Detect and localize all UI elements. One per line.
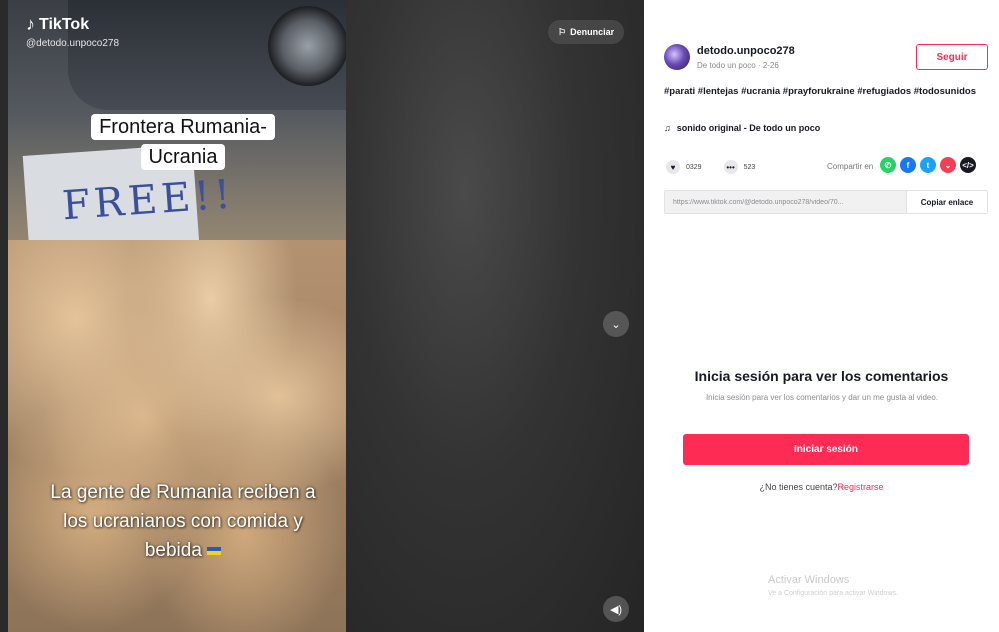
- ukraine-flag-icon: [207, 546, 222, 555]
- sound-title: sonido original - De todo un poco: [676, 123, 821, 133]
- report-button[interactable]: ⚐ Denunciar: [548, 20, 625, 44]
- video-caption-text: La gente de Rumania reciben a los ucrani…: [50, 482, 316, 561]
- video-caption: La gente de Rumania reciben a los ucrani…: [38, 478, 328, 565]
- video-link-text[interactable]: https://www.tiktok.com/@detodo.unpoco278…: [665, 199, 906, 206]
- login-button[interactable]: Iniciar sesión: [683, 434, 969, 465]
- no-account-text: ¿No tienes cuenta?: [759, 482, 838, 492]
- twitter-icon[interactable]: t: [920, 157, 936, 173]
- windows-activation-title: Activar Windows: [768, 574, 850, 586]
- tiktok-logo: ♪ TikTok: [26, 14, 89, 35]
- embed-icon[interactable]: </>: [960, 157, 976, 173]
- flag-icon: ⚐: [558, 26, 567, 37]
- car-image: [68, 0, 346, 110]
- follow-button[interactable]: Seguir: [916, 44, 988, 70]
- facebook-icon[interactable]: f: [900, 157, 916, 173]
- volume-icon: ◀): [609, 603, 623, 616]
- heart-icon: ♥: [670, 162, 676, 172]
- username[interactable]: detodo.unpoco278: [697, 45, 795, 57]
- avatar[interactable]: [664, 44, 690, 70]
- next-video-button[interactable]: ⌄: [603, 311, 629, 337]
- like-button[interactable]: ♥: [666, 160, 680, 174]
- report-label: Denunciar: [570, 27, 615, 37]
- video-link-box: https://www.tiktok.com/@detodo.unpoco278…: [664, 190, 988, 214]
- tiktok-note-icon: ♪: [26, 14, 35, 34]
- comment-icon: •••: [726, 162, 735, 172]
- video-overlay-title: Frontera Rumania-Ucrania: [68, 112, 298, 172]
- share-icons: ✆ f t ⌄ </>: [880, 157, 976, 173]
- login-prompt-subtitle: Inicia sesión para ver los comentarios y…: [705, 393, 939, 402]
- comment-button[interactable]: •••: [723, 160, 738, 174]
- details-panel: detodo.unpoco278 De todo un poco · 2-26 …: [644, 0, 999, 632]
- video-watermark-handle: @detodo.unpoco278: [26, 38, 120, 49]
- copy-link-button[interactable]: Copiar enlace: [906, 191, 987, 213]
- video-player[interactable]: FREE!! Frontera Rumania-Ucrania La gente…: [0, 0, 644, 632]
- video-blurred-background: [346, 0, 644, 632]
- engagement-stats: ♥ 0329 ••• 523: [666, 160, 755, 174]
- register-line: ¿No tienes cuenta?Registrarse: [644, 482, 999, 492]
- volume-button[interactable]: ◀): [603, 596, 629, 622]
- food-bags-image: [8, 240, 346, 632]
- user-subtitle: De todo un poco · 2-26: [697, 61, 779, 70]
- free-sign-text: FREE!!: [60, 171, 236, 230]
- windows-activation-subtitle: Ve a Configuración para activar Windows.: [768, 590, 898, 597]
- video-overlay-title-text: Frontera Rumania-Ucrania: [91, 114, 275, 170]
- register-link[interactable]: Registrarse: [838, 482, 884, 492]
- share-label: Compartir en: [827, 162, 874, 171]
- like-count: 0329: [686, 163, 702, 171]
- video-description[interactable]: #parati #lentejas #ucrania #prayforukrai…: [664, 85, 984, 99]
- comment-count: 523: [743, 163, 756, 171]
- tiktok-brand-text: TikTok: [39, 15, 90, 33]
- video-frame[interactable]: FREE!! Frontera Rumania-Ucrania La gente…: [8, 0, 346, 632]
- whatsapp-icon[interactable]: ✆: [880, 157, 896, 173]
- sound-row[interactable]: ♫ sonido original - De todo un poco: [664, 123, 820, 133]
- login-prompt-title: Inicia sesión para ver los comentarios: [694, 368, 949, 384]
- pocket-icon[interactable]: ⌄: [940, 157, 956, 173]
- chevron-down-icon: ⌄: [611, 318, 621, 331]
- music-note-icon: ♫: [664, 123, 671, 133]
- car-wheel-image: [268, 6, 346, 86]
